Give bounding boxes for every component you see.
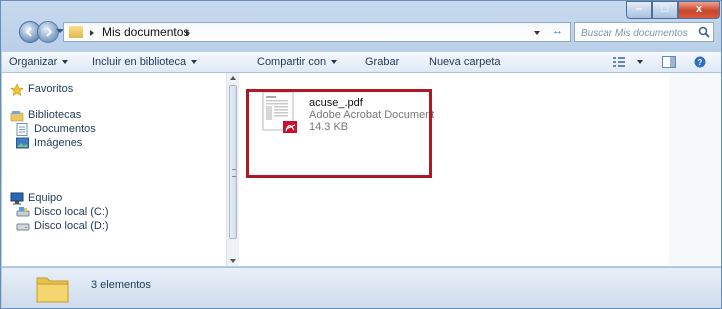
hard-drive-icon xyxy=(16,207,30,217)
maximize-button[interactable]: □ xyxy=(652,1,678,19)
forward-arrow-icon xyxy=(46,27,53,37)
burn-button[interactable]: Grabar xyxy=(365,56,399,68)
document-icon xyxy=(16,123,28,136)
nav-disk-c-label: Disco local (C:) xyxy=(34,206,109,218)
nav-favorites-label: Favoritos xyxy=(28,83,74,95)
share-menu[interactable]: Compartir con xyxy=(257,56,338,68)
highlight-box xyxy=(246,89,432,178)
share-label: Compartir con xyxy=(257,56,327,68)
minimize-button[interactable]: – xyxy=(626,1,652,19)
chevron-down-icon xyxy=(331,60,338,65)
images-icon xyxy=(16,137,29,149)
nav-disk-d-label: Disco local (D:) xyxy=(34,220,109,232)
maximize-icon: □ xyxy=(661,3,669,15)
scroll-down-icon[interactable] xyxy=(230,259,236,263)
breadcrumb-arrow-icon[interactable] xyxy=(90,30,94,36)
nav-documents-label: Documentos xyxy=(34,123,96,135)
search-box[interactable] xyxy=(574,22,714,42)
preview-pane-icon[interactable] xyxy=(662,56,676,68)
folder-icon xyxy=(36,277,69,303)
address-dropdown-icon[interactable] xyxy=(534,31,540,35)
close-icon: x xyxy=(695,3,703,15)
navigation-scrollbar[interactable] xyxy=(226,73,239,266)
content-area-background xyxy=(669,73,721,266)
organize-label: Organizar xyxy=(9,56,58,68)
breadcrumb-arrow-icon[interactable] xyxy=(186,30,190,36)
folder-icon xyxy=(69,26,83,38)
address-bar[interactable]: Mis documentos ↔ xyxy=(63,22,571,42)
status-bar: 3 elementos xyxy=(2,267,721,308)
scrollbar-thumb[interactable] xyxy=(229,85,237,239)
status-item-count: 3 elementos xyxy=(91,279,151,291)
view-dropdown[interactable] xyxy=(632,56,643,68)
navigation-pane: Favoritos Bibliotecas Documentos Imágene… xyxy=(2,73,239,266)
chevron-down-icon xyxy=(191,60,198,65)
help-icon[interactable]: ? xyxy=(694,56,706,68)
new-folder-button[interactable]: Nueva carpeta xyxy=(429,56,501,68)
star-icon xyxy=(10,83,24,97)
explorer-window: Mis documentos ↔ – □ x Organizar Incluir… xyxy=(0,0,722,309)
minimize-icon: – xyxy=(635,3,643,15)
refresh-icon[interactable]: ↔ xyxy=(552,25,563,37)
chevron-down-icon xyxy=(637,60,643,65)
view-options-icon[interactable] xyxy=(612,56,626,68)
search-input[interactable] xyxy=(579,25,695,41)
close-button[interactable]: x xyxy=(678,1,720,19)
search-icon[interactable] xyxy=(698,26,710,38)
grip-icon xyxy=(232,169,236,177)
scroll-up-icon[interactable] xyxy=(230,76,236,80)
hard-drive-icon xyxy=(16,223,30,231)
title-bar: Mis documentos ↔ – □ x xyxy=(1,1,721,47)
command-bar: Organizar Incluir en biblioteca Comparti… xyxy=(2,51,721,73)
computer-icon xyxy=(10,192,24,205)
nav-libraries-label: Bibliotecas xyxy=(28,109,82,121)
nav-computer-label: Equipo xyxy=(28,192,63,204)
include-library-label: Incluir en biblioteca xyxy=(92,56,187,68)
breadcrumb-mis-documentos[interactable]: Mis documentos xyxy=(102,25,189,39)
nav-images-label: Imágenes xyxy=(34,137,83,149)
back-arrow-icon xyxy=(25,27,32,37)
svg-text:?: ? xyxy=(698,58,703,67)
organize-menu[interactable]: Organizar xyxy=(9,56,69,68)
include-library-menu[interactable]: Incluir en biblioteca xyxy=(92,56,198,68)
libraries-icon xyxy=(10,111,24,122)
chevron-down-icon xyxy=(62,60,69,65)
